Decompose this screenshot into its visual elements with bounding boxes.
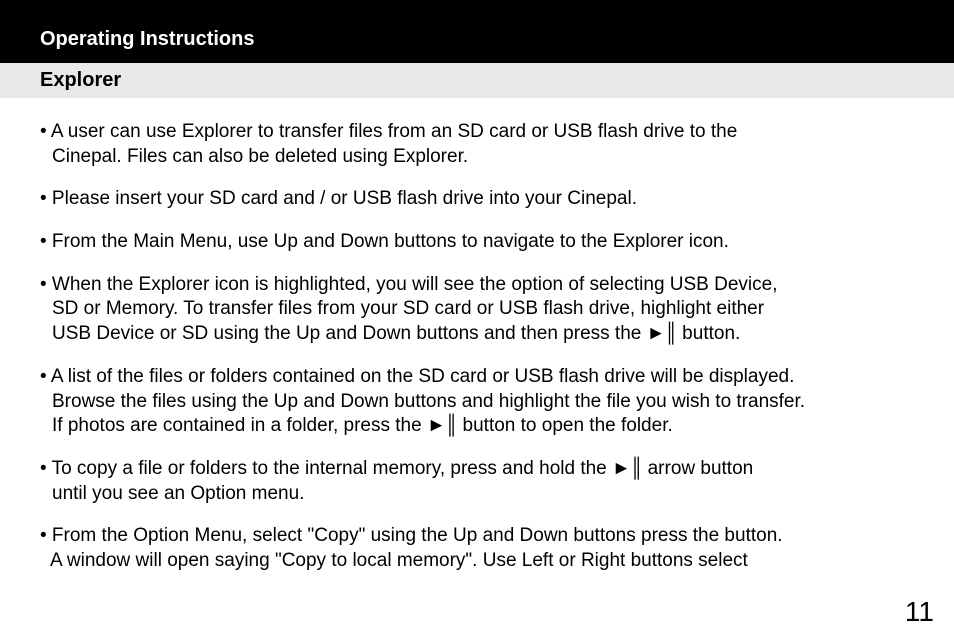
bullet-5-line-3: If photos are contained in a folder, pre… — [40, 414, 914, 439]
bullet-2-line-1: • Please insert your SD card and / or US… — [40, 187, 914, 212]
bullet-2: • Please insert your SD card and / or US… — [40, 187, 914, 212]
bullet-7: • From the Option Menu, select "Copy" us… — [40, 524, 914, 573]
page-number: 11 — [905, 596, 934, 628]
bullet-6-line-1b: arrow button — [642, 458, 753, 479]
bullet-4-line-3a: USB Device or SD using the Up and Down b… — [52, 323, 647, 344]
bullet-4-line-3: USB Device or SD using the Up and Down b… — [40, 322, 914, 347]
header-gray: Explorer — [0, 63, 954, 98]
bullet-4-line-1: • When the Explorer icon is highlighted,… — [40, 273, 914, 298]
bullet-4-line-3b: button. — [677, 323, 740, 344]
bullet-5: • A list of the files or folders contain… — [40, 365, 914, 439]
bullet-4-line-2: SD or Memory. To transfer files from you… — [40, 297, 914, 322]
bullet-1-line-2: Cinepal. Files can also be deleted using… — [40, 145, 914, 170]
bullet-5-line-3b: button to open the folder. — [457, 415, 673, 436]
bullet-6-line-2: until you see an Option menu. — [40, 482, 914, 507]
bullet-7-line-1: • From the Option Menu, select "Copy" us… — [40, 524, 914, 549]
play-pause-icon: ►║ — [427, 415, 457, 436]
bullet-6-line-1: • To copy a file or folders to the inter… — [40, 457, 914, 482]
header-black: Operating Instructions — [0, 0, 954, 63]
bullet-4: • When the Explorer icon is highlighted,… — [40, 273, 914, 347]
bullet-6-line-1a: • To copy a file or folders to the inter… — [40, 458, 612, 479]
bullet-5-line-1: • A list of the files or folders contain… — [40, 365, 914, 390]
bullet-5-line-2: Browse the files using the Up and Down b… — [40, 390, 914, 415]
play-pause-icon: ►║ — [647, 323, 677, 344]
bullet-3-line-1: • From the Main Menu, use Up and Down bu… — [40, 230, 914, 255]
bullet-1-line-1: • A user can use Explorer to transfer fi… — [40, 120, 914, 145]
bullet-5-line-3a: If photos are contained in a folder, pre… — [52, 415, 427, 436]
play-pause-icon: ►║ — [612, 458, 642, 479]
bullet-3: • From the Main Menu, use Up and Down bu… — [40, 230, 914, 255]
bullet-7-line-2: A window will open saying "Copy to local… — [40, 549, 914, 574]
bullet-6: • To copy a file or folders to the inter… — [40, 457, 914, 506]
bullet-1: • A user can use Explorer to transfer fi… — [40, 120, 914, 169]
content-body: • A user can use Explorer to transfer fi… — [0, 98, 954, 574]
